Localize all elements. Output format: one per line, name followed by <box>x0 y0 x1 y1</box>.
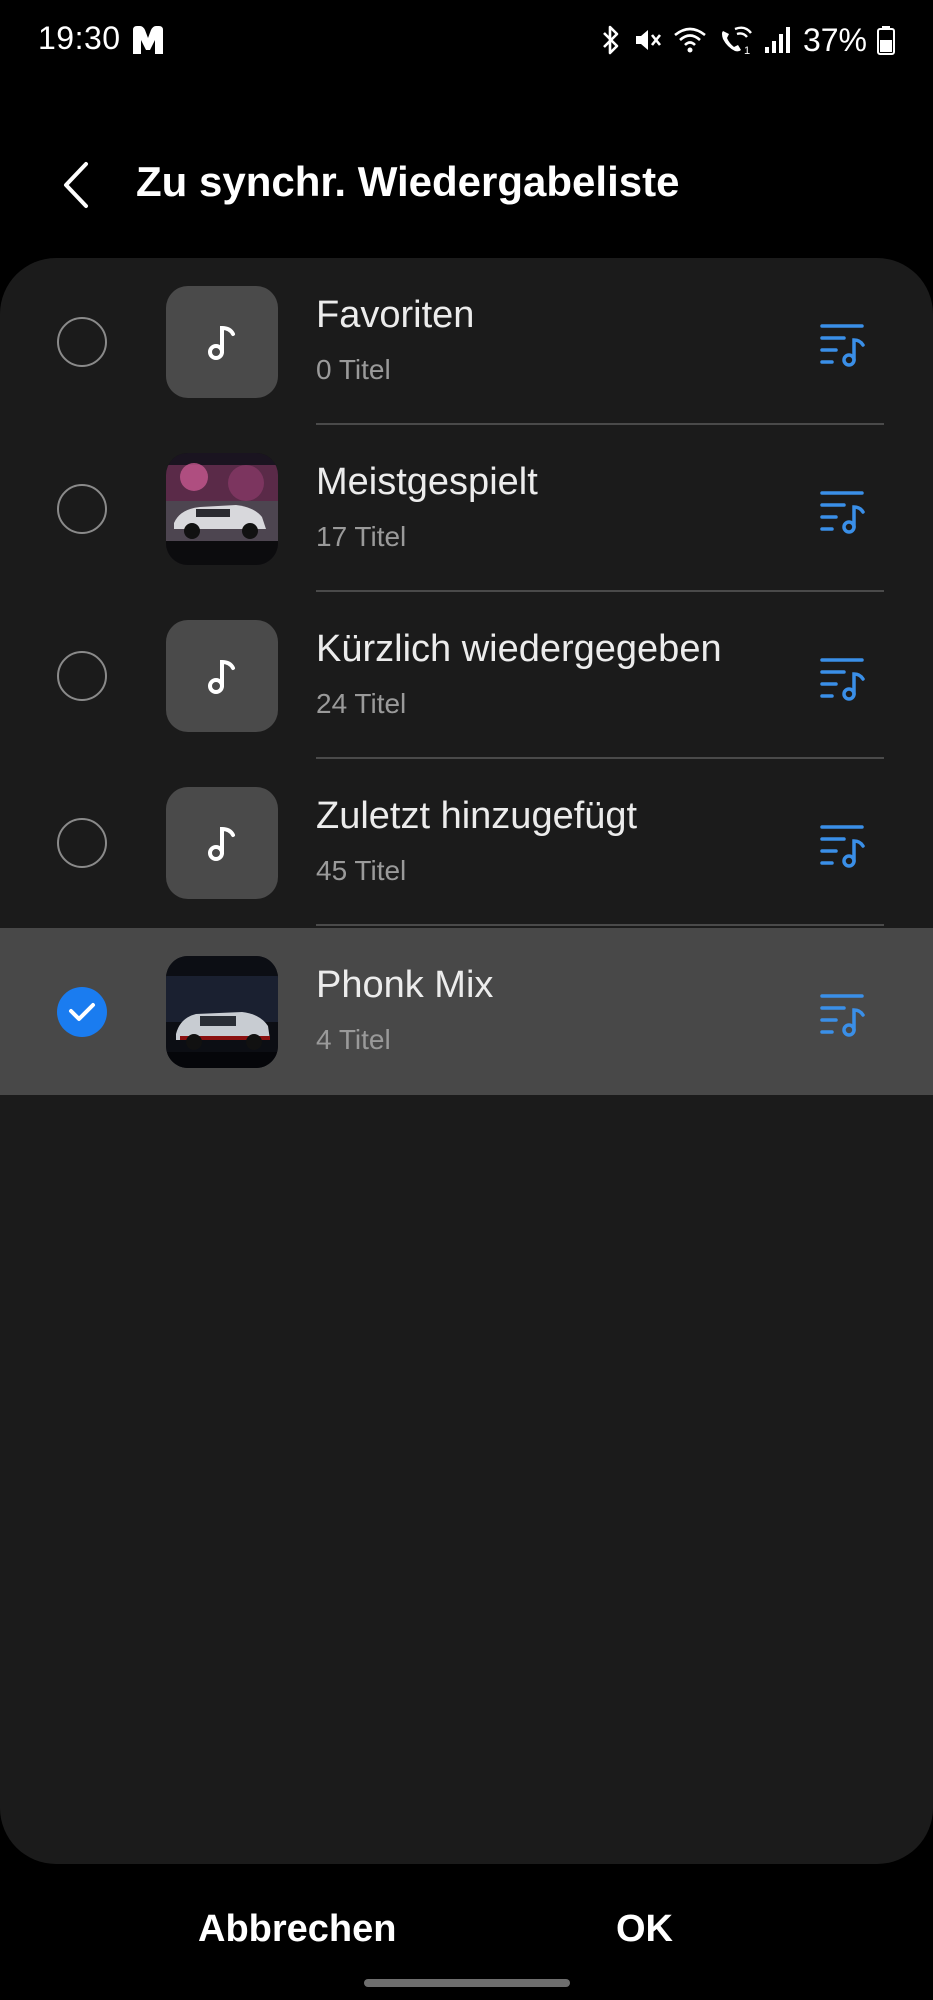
music-note-icon <box>208 659 235 694</box>
ok-button[interactable]: OK <box>616 1908 673 1951</box>
wifi-icon <box>674 27 706 53</box>
radio-button[interactable] <box>57 484 107 534</box>
playlist-thumbnail <box>166 620 278 732</box>
playlist-title: Phonk Mix <box>316 964 494 1006</box>
playlist-track-count: 4 Titel <box>316 1024 391 1055</box>
status-time: 19:30 <box>38 20 121 56</box>
playlist-thumbnail <box>166 453 278 565</box>
playlist-thumbnail <box>166 787 278 899</box>
playlist-thumbnail <box>166 286 278 398</box>
svg-text:1: 1 <box>744 45 750 55</box>
playlist-track-count: 0 Titel <box>316 354 391 385</box>
home-indicator[interactable] <box>364 1979 570 1987</box>
bluetooth-icon <box>603 25 619 55</box>
row-divider <box>316 924 884 926</box>
playlist-track-count: 24 Titel <box>316 688 407 719</box>
battery-icon <box>877 26 895 55</box>
playlist-row-meistgespielt[interactable]: Meistgespielt 17 Titel <box>0 425 933 592</box>
radio-button[interactable] <box>57 651 107 701</box>
playlist-track-count: 17 Titel <box>316 521 407 552</box>
radio-button[interactable] <box>57 818 107 868</box>
playlist-row-favoriten[interactable]: Favoriten 0 Titel <box>0 258 933 425</box>
radio-button[interactable] <box>57 317 107 367</box>
mute-icon <box>635 30 661 50</box>
playlist-row-zuletzt[interactable]: Zuletzt hinzugefügt 45 Titel <box>0 759 933 926</box>
playlist-row-phonk-mix[interactable]: Phonk Mix 4 Titel <box>0 928 933 1095</box>
status-bar: 19:30 1 37% <box>0 0 933 82</box>
car-image <box>166 956 278 1068</box>
signal-icon <box>764 27 790 53</box>
playlist-row-kuerzlich[interactable]: Kürzlich wiedergegeben 24 Titel <box>0 592 933 759</box>
music-note-icon <box>208 325 235 360</box>
playlist-icon[interactable] <box>818 819 868 869</box>
music-note-icon <box>208 826 235 861</box>
playlist-title: Meistgespielt <box>316 461 538 503</box>
m-app-icon <box>133 26 163 54</box>
playlist-panel: Favoriten 0 Titel Meistgespielt 17 Titel… <box>0 258 933 1864</box>
playlist-icon[interactable] <box>818 652 868 702</box>
playlist-track-count: 45 Titel <box>316 855 407 886</box>
status-icons: 1 37% <box>599 20 895 60</box>
page-title: Zu synchr. Wiedergabeliste <box>136 158 680 205</box>
back-button[interactable] <box>50 155 100 215</box>
playlist-icon[interactable] <box>818 485 868 535</box>
chevron-left-icon <box>64 162 88 208</box>
checkmark-icon <box>69 1003 95 1021</box>
playlist-icon[interactable] <box>818 318 868 368</box>
playlist-thumbnail <box>166 956 278 1068</box>
wifi-call-icon: 1 <box>721 26 752 55</box>
radio-button-checked[interactable] <box>57 987 107 1037</box>
playlist-title: Zuletzt hinzugefügt <box>316 795 638 837</box>
battery-percentage: 37% <box>802 21 867 58</box>
car-image <box>166 453 278 565</box>
cancel-button[interactable]: Abbrechen <box>198 1908 396 1951</box>
playlist-title: Favoriten <box>316 294 475 336</box>
playlist-title: Kürzlich wiedergegeben <box>316 628 722 670</box>
playlist-icon[interactable] <box>818 988 868 1038</box>
app-bar: Zu synchr. Wiedergabeliste <box>0 130 933 230</box>
